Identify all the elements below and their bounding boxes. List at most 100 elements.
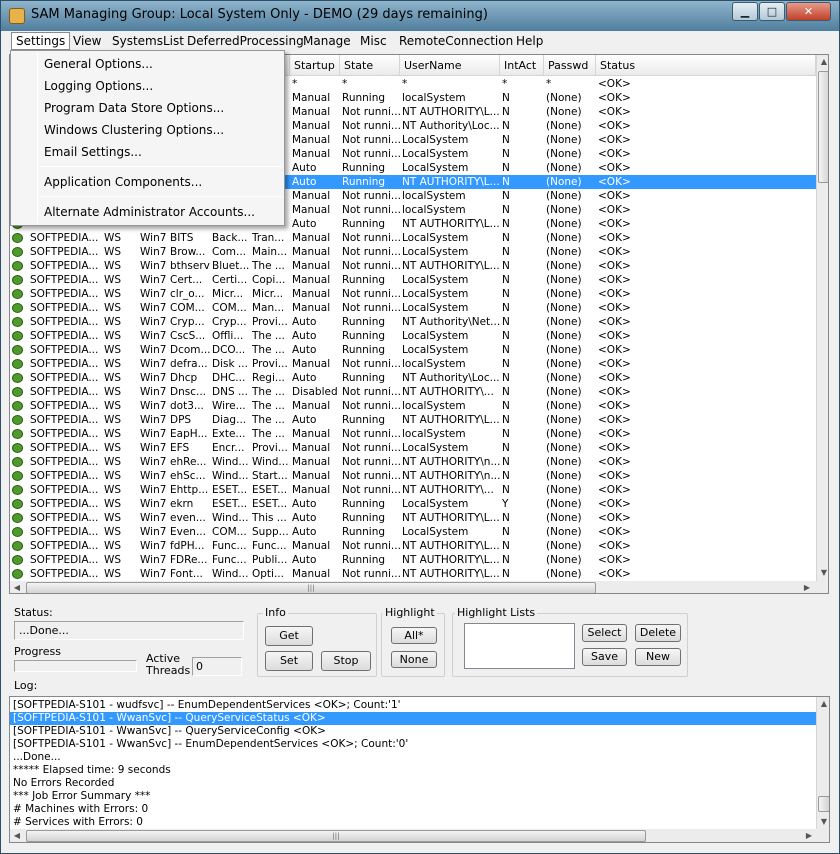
table-row[interactable]: SOFTPEDIA... WS Win7 EFS Encr... Provi... Manu… [10,441,816,455]
menu-misc[interactable]: Misc [355,32,392,50]
new-button[interactable]: New [635,648,681,666]
log-scroll-thumb[interactable] [818,796,829,812]
stop-button[interactable]: Stop [321,651,371,671]
table-row[interactable]: SOFTPEDIA... WS Win7 clr_o... Micr... Micr...… [10,287,816,301]
cell-service: BITS [170,232,194,244]
table-row[interactable]: SOFTPEDIA... WS Win7 Ehttp... ESET... ESET...… [10,483,816,497]
log-scroll-left-arrow[interactable]: ◀ [10,829,24,842]
table-row[interactable]: SOFTPEDIA... WS Win7 CscS... Offli... The ...… [10,329,816,343]
table-row[interactable]: SOFTPEDIA... WS Win7 Dnsc... DNS ... The ... D… [10,385,816,399]
table-row[interactable]: SOFTPEDIA... WS Win7 Cryp... Cryp... Provi...… [10,315,816,329]
log-line[interactable]: [SOFTPEDIA-S101 - WwanSvc] -- QueryServi… [10,712,816,725]
log-line[interactable]: No Errors Recorded [10,777,816,790]
table-row[interactable]: SOFTPEDIA... WS Win7 ekrn ESET... ESET... Auto… [10,497,816,511]
log-vertical-scrollbar[interactable]: ▲ ▼ [816,697,829,829]
scroll-left-arrow[interactable]: ◀ [10,581,24,593]
menu-remoteconnection[interactable]: RemoteConnection [394,32,518,50]
cell-type: WS [104,400,122,412]
col-header-status[interactable]: Status [596,55,816,76]
menu-email-settings[interactable]: Email Settings... [11,142,284,162]
menu-systemslist[interactable]: SystemsList [107,32,189,50]
cell-display: DHC... [212,372,246,384]
table-row[interactable]: SOFTPEDIA... WS Win7 defra... Disk ... Provi.… [10,357,816,371]
cell-machine: SOFTPEDIA... [30,470,99,482]
grid-scroll-thumb[interactable] [818,71,828,183]
menu-help[interactable]: Help [511,32,548,50]
menu-view[interactable]: View [68,32,106,50]
cell-state: Not runni... [342,148,400,160]
table-row[interactable]: SOFTPEDIA... WS Win7 COM... COM... Man... Manu… [10,301,816,315]
log-panel[interactable]: [SOFTPEDIA-S101 - wudfsvc] -- EnumDepend… [9,696,830,843]
minimize-button[interactable]: ▁ [732,2,758,21]
menu-clustering-options[interactable]: Windows Clustering Options... [11,120,284,140]
table-row[interactable]: SOFTPEDIA... WS Win7 EapH... Exte... The ... M… [10,427,816,441]
log-scroll-up-arrow[interactable]: ▲ [817,697,829,711]
col-header-username[interactable]: UserName [400,55,500,76]
cell-username: NT AUTHORITY\n... [402,456,500,468]
log-line[interactable]: [SOFTPEDIA-S101 - wudfsvc] -- EnumDepend… [10,699,816,712]
highlight-none-button[interactable]: None [391,651,437,668]
col-header-passwd[interactable]: Passwd [544,55,596,76]
menu-settings[interactable]: Settings [11,32,71,50]
delete-button[interactable]: Delete [635,624,681,642]
select-button[interactable]: Select [582,624,627,642]
highlight-lists-listbox[interactable] [464,623,575,669]
cell-intact: N [502,330,510,342]
table-row[interactable]: SOFTPEDIA... WS Win7 bthserv Bluet... The ...… [10,259,816,273]
grid-horizontal-scrollbar[interactable]: ◀ ||| ▶ [10,581,828,593]
cell-description: Man... [252,302,285,314]
table-row[interactable]: SOFTPEDIA... WS Win7 fdPH... Func... Func... M… [10,539,816,553]
maximize-button[interactable]: □ [759,2,785,21]
col-header-startup[interactable]: Startup [290,55,340,76]
menu-logging-options[interactable]: Logging Options... [11,76,284,96]
grid-vertical-scrollbar[interactable]: ▲ ▼ [816,55,828,581]
menu-general-options[interactable]: General Options... [11,54,284,74]
table-row[interactable]: SOFTPEDIA... WS Win7 ehRe... Wind... Wind... M… [10,455,816,469]
table-row[interactable]: SOFTPEDIA... WS Win7 Dhcp DHC... Regi... Auto R… [10,371,816,385]
title-bar[interactable]: SAM Managing Group: Local System Only - … [1,1,839,31]
log-line[interactable]: *** Job Error Summary *** [10,790,816,803]
log-line[interactable]: ...Done... [10,751,816,764]
table-row[interactable]: SOFTPEDIA... WS Win7 Cert... Certi... Copi...… [10,273,816,287]
table-row[interactable]: SOFTPEDIA... WS Win7 DPS Diag... The ... Auto R… [10,413,816,427]
menu-deferredprocessing[interactable]: DeferredProcessing [182,32,309,50]
scroll-up-arrow[interactable]: ▲ [817,55,828,69]
table-row[interactable]: SOFTPEDIA... WS Win7 FDRe... Func... Publi...… [10,553,816,567]
log-line[interactable]: # Services with Errors: 0 [10,816,816,829]
cell-username: LocalSystem [402,344,469,356]
table-row[interactable]: SOFTPEDIA... WS Win7 Dcom... DCO... The ... Au… [10,343,816,357]
set-button[interactable]: Set [265,651,313,671]
table-row[interactable]: SOFTPEDIA... WS Win7 even... Wind... This ...… [10,511,816,525]
log-line[interactable]: [SOFTPEDIA-S101 - WwanSvc] -- EnumDepend… [10,738,816,751]
log-scroll-right-arrow[interactable]: ▶ [802,829,816,842]
save-button[interactable]: Save [582,648,627,666]
table-row[interactable]: SOFTPEDIA... WS Win7 dot3... Wire... The ... M… [10,399,816,413]
log-line[interactable]: [SOFTPEDIA-S101 - WwanSvc] -- QueryServi… [10,725,816,738]
scroll-down-arrow[interactable]: ▼ [817,566,828,580]
log-line[interactable]: # Machines with Errors: 0 [10,803,816,816]
get-button[interactable]: Get [265,626,313,646]
log-scroll-down-arrow[interactable]: ▼ [817,815,829,829]
menu-application-components[interactable]: Application Components... [11,172,284,192]
menu-data-store-options[interactable]: Program Data Store Options... [11,98,284,118]
service-icon [12,569,23,579]
menu-bar: Settings View SystemsList DeferredProces… [5,31,837,51]
highlight-all-button[interactable]: All* [391,627,437,644]
table-row[interactable]: SOFTPEDIA... WS Win7 Even... COM... Supp... Au… [10,525,816,539]
grid-hscroll-thumb[interactable]: ||| [26,582,596,593]
menu-separator [39,196,283,197]
log-horizontal-scrollbar[interactable]: ◀ ||| ▶ [10,829,829,842]
scroll-right-arrow[interactable]: ▶ [800,581,814,593]
table-row[interactable]: SOFTPEDIA... WS Win7 Font... Wind... Opti... M… [10,567,816,581]
service-icon [12,429,23,439]
log-hscroll-thumb[interactable]: ||| [26,830,646,842]
close-button[interactable]: ✕ [786,2,831,21]
menu-alternate-admin-accounts[interactable]: Alternate Administrator Accounts... [11,202,284,222]
col-header-intact[interactable]: IntAct [500,55,544,76]
table-row[interactable]: SOFTPEDIA... WS Win7 BITS Back... Tran... Manu… [10,231,816,245]
table-row[interactable]: SOFTPEDIA... WS Win7 ehSc... Wind... Start...… [10,469,816,483]
col-header-state[interactable]: State [340,55,400,76]
table-row[interactable]: SOFTPEDIA... WS Win7 Brow... Com... Main... Ma… [10,245,816,259]
log-line[interactable]: ***** Elapsed time: 9 seconds [10,764,816,777]
menu-manage[interactable]: Manage [298,32,356,50]
